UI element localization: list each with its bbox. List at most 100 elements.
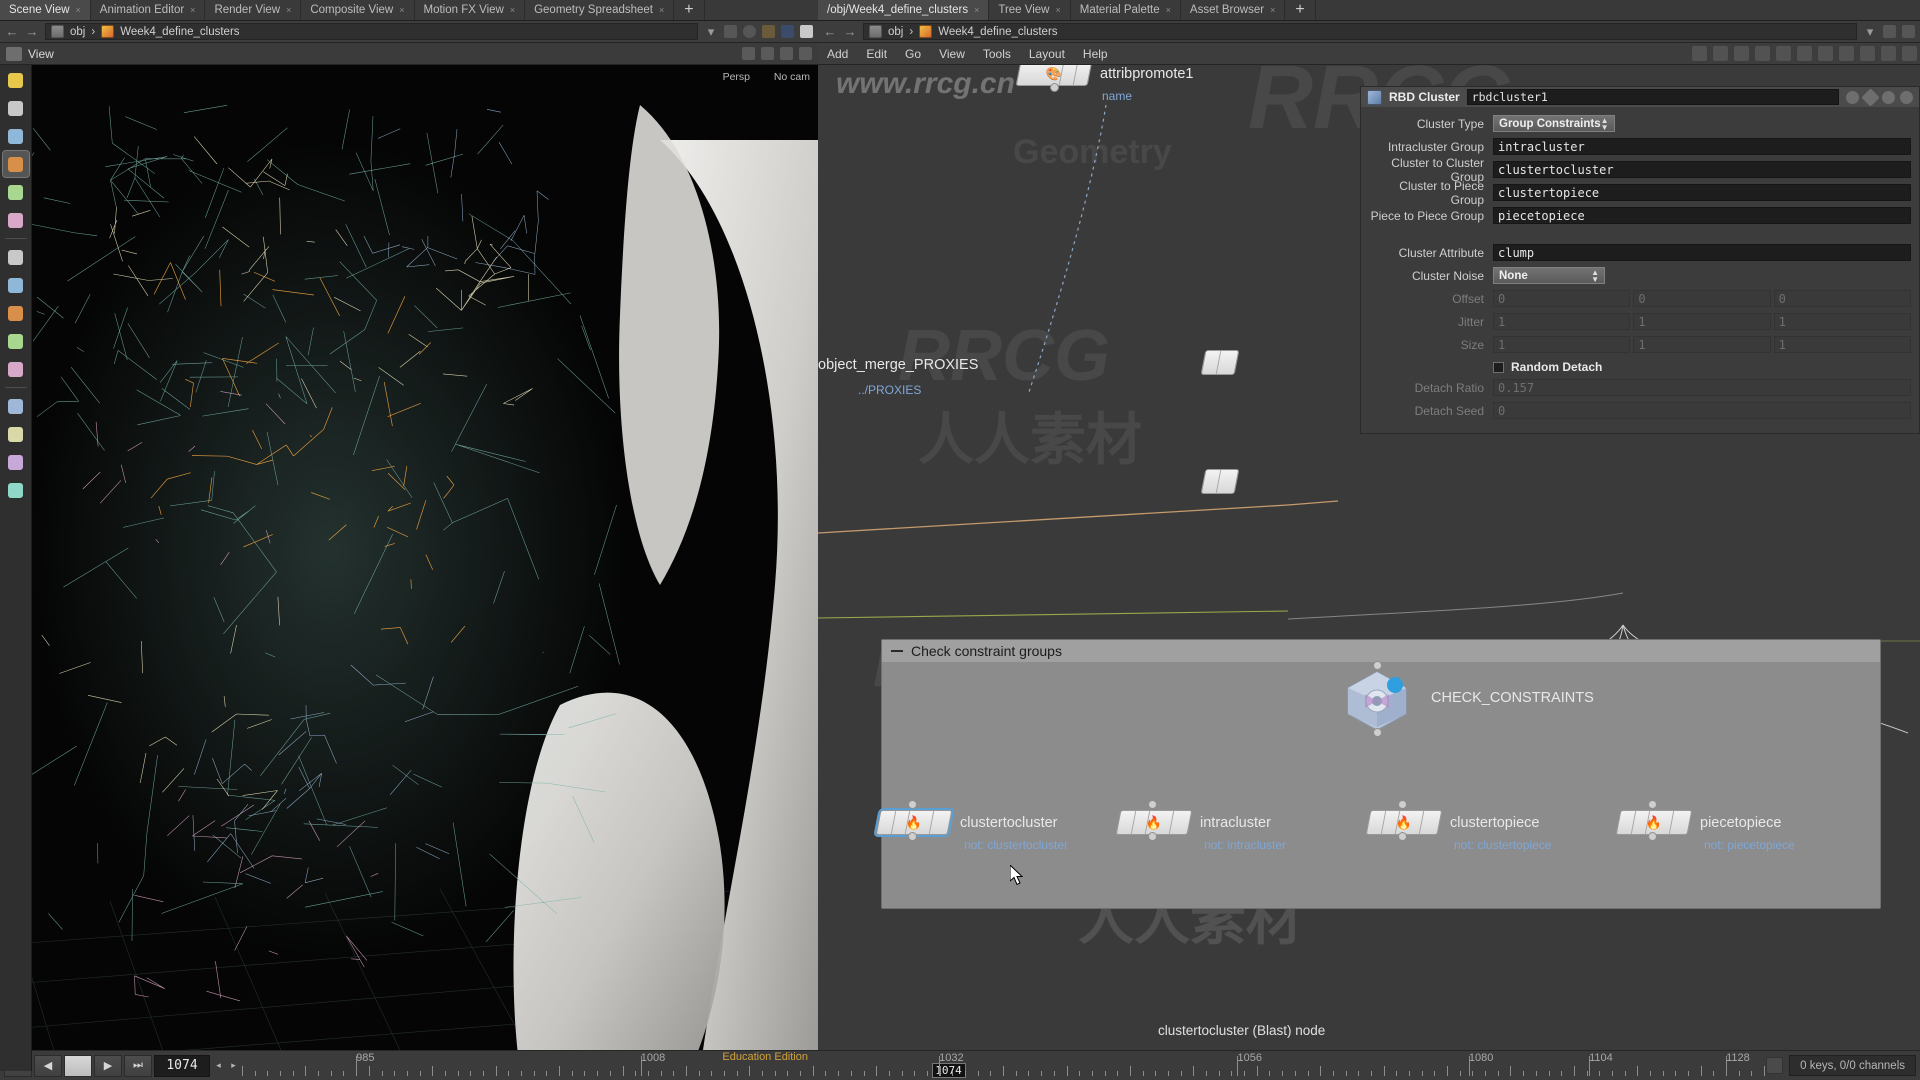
tab-close-icon[interactable]: × (399, 5, 404, 15)
param-field[interactable]: 0 (1633, 290, 1771, 307)
right-tab-add-button[interactable]: + (1285, 0, 1316, 20)
collapse-icon[interactable] (891, 650, 903, 652)
node-chip[interactable] (1200, 350, 1240, 375)
palette-icon[interactable] (1839, 46, 1854, 61)
network-box-header[interactable]: Check constraint groups (882, 640, 1880, 662)
keyframe-mode-icon[interactable] (1766, 1057, 1784, 1074)
timeline-ruler[interactable]: 1074 985 1008 1032 1056 1080 1104 1128 (242, 1052, 1766, 1080)
chevron-updown-icon[interactable]: ▲ ▼ (1591, 268, 1599, 283)
network-menu-go[interactable]: Go (896, 47, 930, 61)
light-tool-icon[interactable] (3, 449, 29, 475)
param-field[interactable]: 1 (1493, 313, 1631, 330)
path-dropdown-icon[interactable]: ▾ (704, 24, 718, 40)
param-field[interactable]: 1 (1493, 336, 1631, 353)
network-path-dropdown-icon[interactable]: ▾ (1863, 24, 1877, 40)
rotate-tool-icon[interactable] (3, 179, 29, 205)
left-tab-add-button[interactable]: + (674, 0, 705, 20)
flag-icon[interactable] (1797, 46, 1812, 61)
display-flag-icon[interactable] (762, 25, 775, 38)
node-output-port[interactable] (1373, 728, 1382, 737)
timeline-playhead[interactable]: 1074 (931, 1062, 966, 1078)
camera-icon[interactable] (6, 46, 22, 61)
viewport-view-label[interactable]: View (28, 47, 54, 61)
step-back-button[interactable]: ◀ (34, 1054, 62, 1077)
goto-end-button[interactable]: ⏭ (124, 1054, 152, 1077)
viewport-snap-icon[interactable] (761, 47, 774, 60)
left-tab-5[interactable]: Geometry Spreadsheet × (525, 0, 675, 20)
pose-tool-icon[interactable] (3, 244, 29, 270)
node-input-port[interactable] (1398, 800, 1407, 809)
viewport-display-icon[interactable] (780, 47, 793, 60)
left-tab-0[interactable]: Scene View × (0, 0, 91, 20)
move-tool-icon[interactable] (1, 150, 30, 178)
param-menu[interactable]: Group Constraints ▲ ▼ (1493, 115, 1615, 132)
network-back-arrow-icon[interactable]: ← (823, 24, 837, 39)
measure-tool-icon[interactable] (3, 272, 29, 298)
tab-close-icon[interactable]: × (190, 5, 195, 15)
network-path-node[interactable]: Week4_define_clusters (938, 26, 1057, 38)
node-chip[interactable]: 🔥 (1615, 810, 1693, 835)
search-icon[interactable] (1881, 46, 1896, 61)
network-path-root[interactable]: obj (888, 26, 903, 38)
sculpt-tool-icon[interactable] (3, 328, 29, 354)
parameter-panel[interactable]: RBD Cluster rbdcluster1 Cluster Type Grou… (1360, 86, 1920, 434)
node-output-port[interactable] (1398, 832, 1407, 841)
param-field[interactable]: 0 (1493, 402, 1911, 419)
param-field[interactable]: 1 (1633, 336, 1771, 353)
list-icon[interactable] (1713, 46, 1728, 61)
edit-tool-icon[interactable] (3, 300, 29, 326)
tab-close-icon[interactable]: × (1166, 5, 1171, 15)
back-arrow-icon[interactable]: ← (5, 24, 19, 39)
node-output-port[interactable] (908, 832, 917, 841)
play-button[interactable]: ▶ (94, 1054, 122, 1077)
param-field[interactable]: 0 (1493, 290, 1631, 307)
group-tool-icon[interactable] (3, 393, 29, 419)
param-menu[interactable]: None ▲ ▼ (1493, 267, 1605, 284)
tab-close-icon[interactable]: × (974, 5, 979, 15)
right-tab-1[interactable]: Tree View × (989, 0, 1071, 20)
viewport-options-icon[interactable] (799, 47, 812, 60)
node-input-port[interactable] (1648, 800, 1657, 809)
viewport-path-field[interactable]: obj › Week4_define_clusters (45, 23, 698, 40)
path-root[interactable]: obj (70, 26, 85, 38)
node-chip[interactable]: 🔥 (1115, 810, 1193, 835)
fit-icon[interactable] (1902, 46, 1917, 61)
table-icon[interactable] (1776, 46, 1791, 61)
box-icon[interactable] (1860, 46, 1875, 61)
node-chip[interactable]: 🔥 (875, 810, 953, 835)
tag-icon[interactable] (1818, 46, 1833, 61)
network-menu-tools[interactable]: Tools (974, 47, 1020, 61)
network-menu-help[interactable]: Help (1074, 47, 1117, 61)
paint-tool-icon[interactable] (3, 356, 29, 382)
network-path-field[interactable]: obj › Week4_define_clusters (863, 23, 1857, 40)
search-icon[interactable] (1882, 90, 1895, 104)
node-piecetopiece[interactable]: 🔥 piecetopiece Blast not: piecetopiece (1615, 796, 1795, 852)
node-input-port[interactable] (908, 800, 917, 809)
random-detach-checkbox-row[interactable]: Random Detach (1493, 357, 1911, 377)
left-tab-1[interactable]: Animation Editor × (90, 0, 206, 20)
network-menu-edit[interactable]: Edit (857, 47, 896, 61)
tab-close-icon[interactable]: × (659, 5, 664, 15)
param-field[interactable]: clustertocluster (1493, 161, 1911, 178)
tab-close-icon[interactable]: × (76, 5, 81, 15)
param-field[interactable]: 0 (1773, 290, 1911, 307)
network-menu-layout[interactable]: Layout (1020, 47, 1074, 61)
node-input-port[interactable] (1373, 661, 1382, 670)
param-field[interactable]: piecetopiece (1493, 207, 1911, 224)
node-output-port[interactable] (1148, 832, 1157, 841)
right-tab-3[interactable]: Asset Browser × (1180, 0, 1286, 20)
viewport-layout-icon[interactable] (742, 47, 755, 60)
select-tool-icon[interactable] (3, 67, 29, 93)
right-tab-2[interactable]: Material Palette × (1070, 0, 1181, 20)
network-maximize-icon[interactable] (1902, 25, 1915, 38)
forward-arrow-icon[interactable]: → (25, 24, 39, 39)
node-input-port[interactable] (1148, 800, 1157, 809)
node-intracluster[interactable]: 🔥 intracluster Blast not: intracluster (1115, 796, 1286, 852)
chevron-updown-icon[interactable]: ▲ ▼ (1601, 116, 1609, 131)
node-attribpromote1[interactable]: 🎨 attribpromote1 name (1015, 65, 1194, 103)
frame-step-back-icon[interactable]: ◂ (212, 1055, 225, 1077)
checkbox-icon[interactable] (1493, 361, 1504, 373)
grid-icon[interactable] (1755, 46, 1770, 61)
param-field[interactable]: clump (1493, 244, 1911, 261)
scale-tool-icon[interactable] (3, 207, 29, 233)
